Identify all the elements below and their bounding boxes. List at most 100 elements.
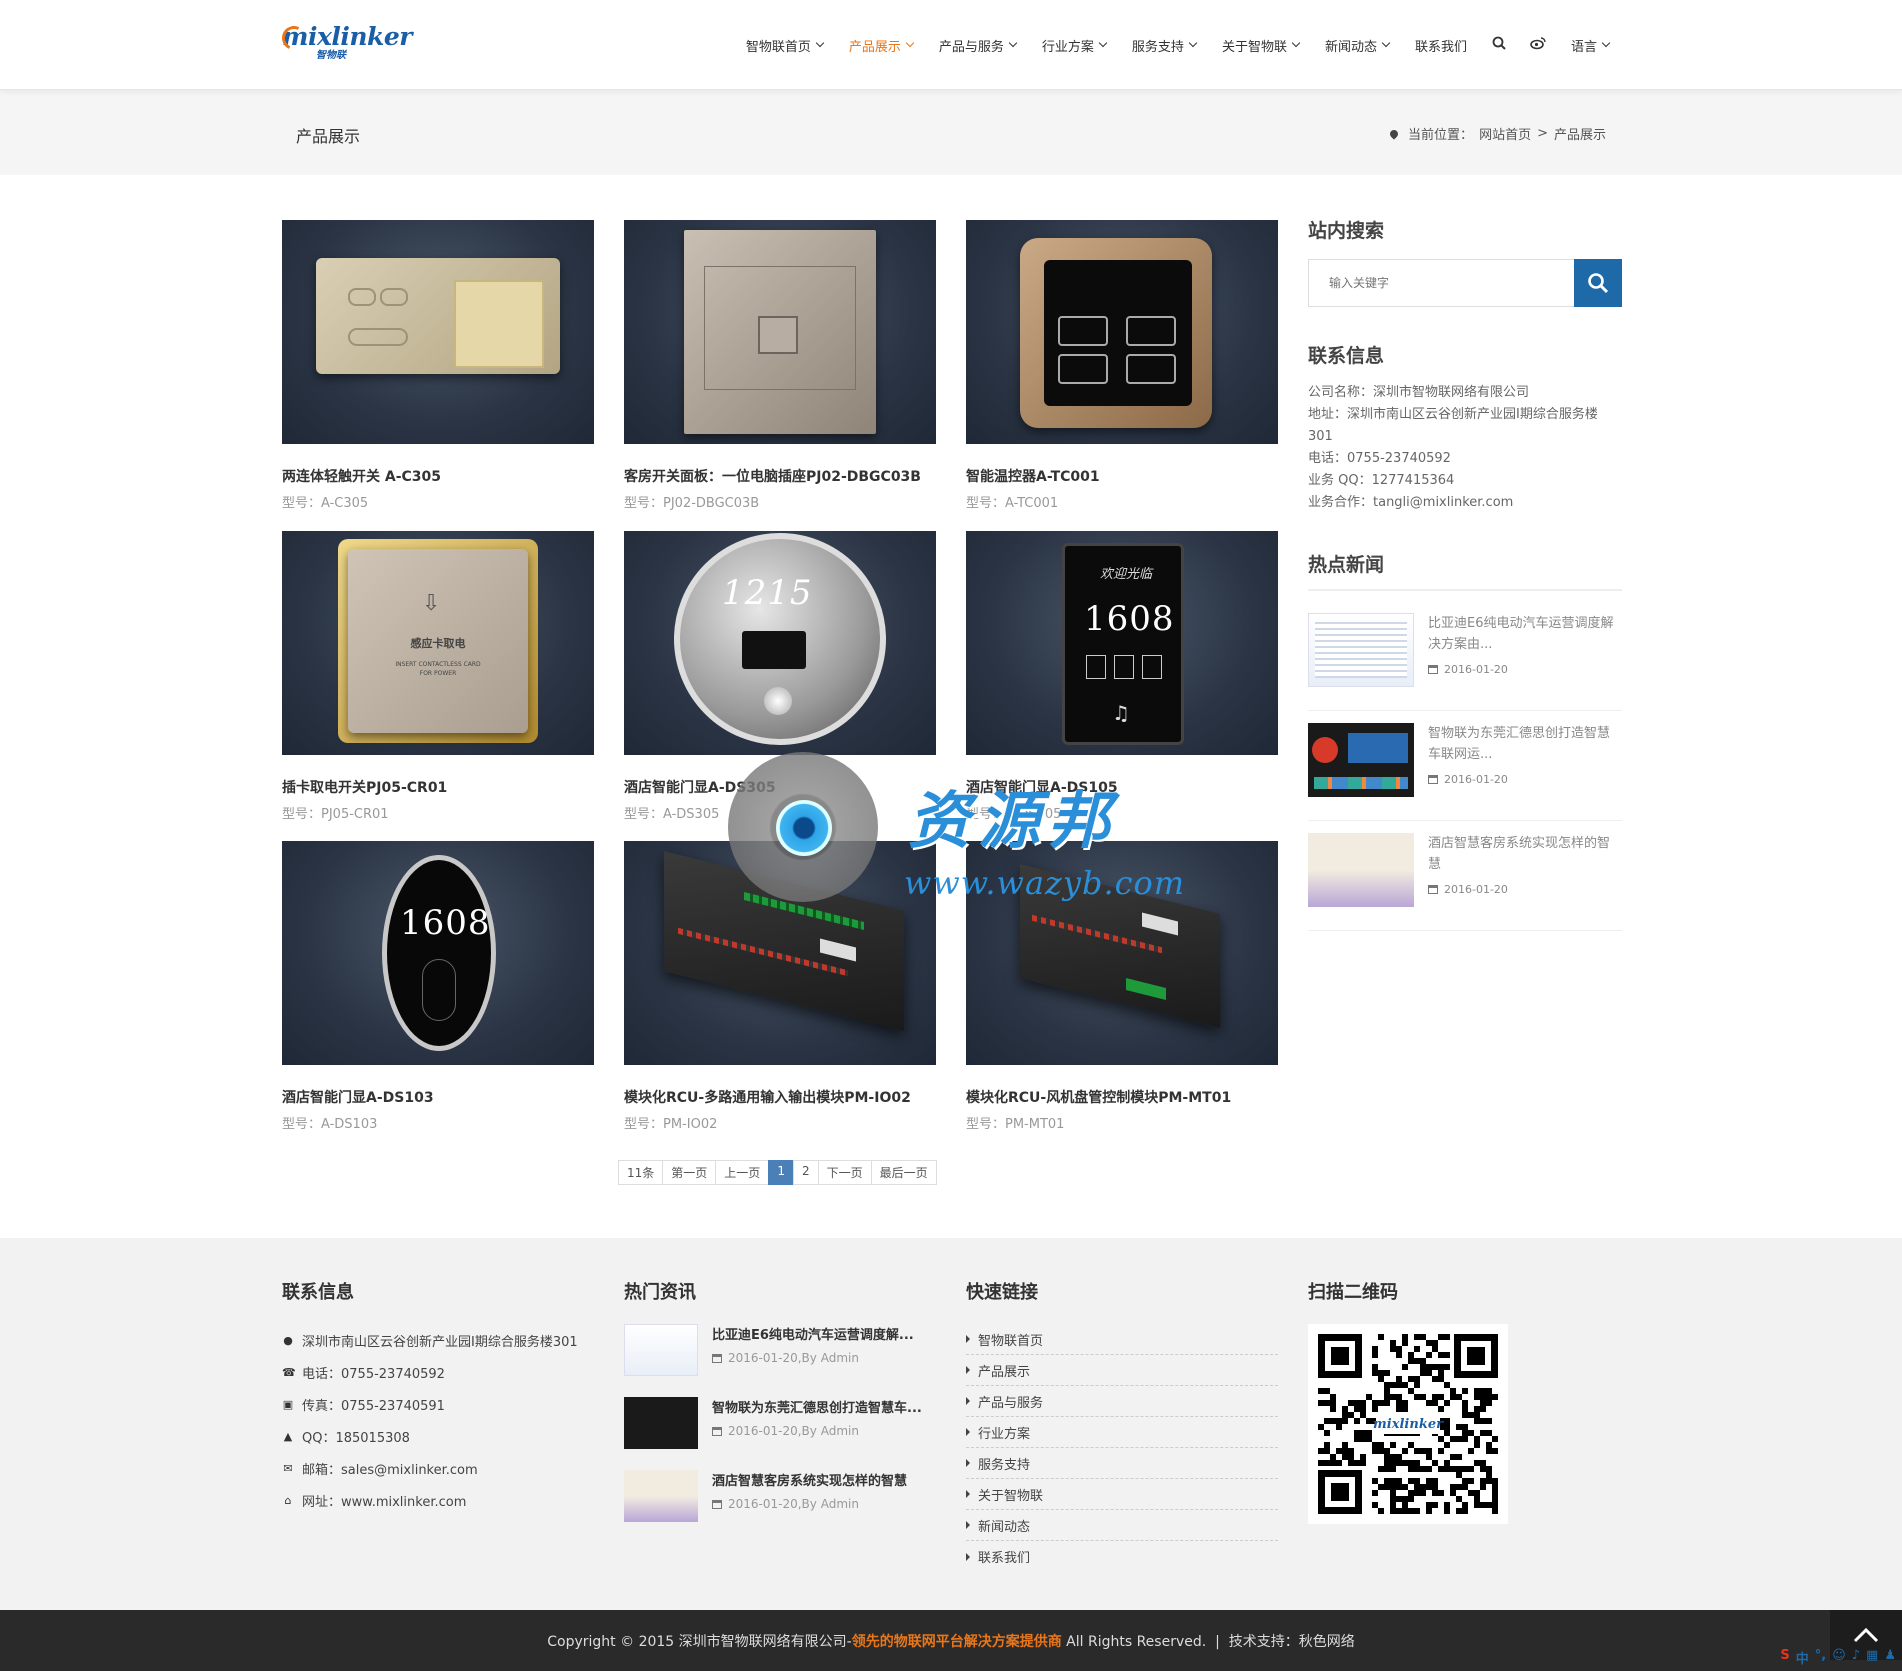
site-logo[interactable]: mixlinker 智物联 [278,22,412,62]
qr-module [1492,1490,1498,1496]
quick-link[interactable]: 产品与服务 [966,1386,1278,1417]
nav-products[interactable]: 产品展示 [836,36,926,55]
qr-module [1414,1334,1420,1340]
home-icon: ⌂ [284,1493,292,1507]
product-image[interactable]: 1215 [624,531,936,755]
calendar-icon [1428,775,1438,784]
product-image[interactable] [966,220,1278,444]
product-name[interactable]: 两连体轻触开关 A-C305 [282,466,594,486]
skin-icon[interactable]: ♟ [1884,1648,1896,1667]
product-image[interactable]: 1608 [282,841,594,1065]
footer-qr: 扫描二维码 mixlinker [1308,1278,1508,1524]
product-name[interactable]: 客房开关面板：一位电脑插座PJ02-DBGC03B [624,466,936,486]
footer-news-item[interactable]: 智物联为东莞汇德思创打造智慧车... 2016-01-20,By Admin [624,1397,922,1470]
weibo-icon[interactable] [1518,36,1558,54]
qr-module [1480,1466,1486,1472]
news-thumbnail[interactable] [624,1324,698,1376]
product-card[interactable]: 模块化RCU-多路通用输入输出模块PM-IO02 型号：PM-IO02 [624,841,936,1132]
punctuation-icon[interactable]: °, [1815,1648,1826,1667]
news-title[interactable]: 比亚迪E6纯电动汽车运营调度解... [712,1324,914,1343]
last-page-button[interactable]: 最后一页 [870,1160,937,1185]
news-title[interactable]: 智物联为东莞汇德思创打造智慧车联网运... [1428,723,1622,765]
product-model: 型号：A-C305 [282,496,369,511]
news-title[interactable]: 酒店智慧客房系统实现怎样的智慧 [1428,833,1622,875]
product-name[interactable]: 酒店智能门显A-DS305 [624,777,936,797]
next-page-button[interactable]: 下一页 [817,1160,872,1185]
product-card[interactable]: ⇩ 感应卡取电 INSERT CONTACTLESS CARD FOR POWE… [282,531,594,822]
product-card[interactable]: 客房开关面板：一位电脑插座PJ02-DBGC03B 型号：PJ02-DBGC03… [624,220,936,511]
product-card[interactable]: 模块化RCU-风机盘管控制模块PM-MT01 型号：PM-MT01 [966,841,1278,1132]
product-card[interactable]: 1215 酒店智能门显A-DS305 型号：A-DS305 [624,531,936,822]
product-card[interactable]: 智能温控器A-TC001 型号：A-TC001 [966,220,1278,511]
product-name[interactable]: 酒店智能门显A-DS103 [282,1087,594,1107]
news-title[interactable]: 酒店智慧客房系统实现怎样的智慧 [712,1470,907,1489]
breadcrumb-home-link[interactable]: 网站首页 [1479,124,1531,143]
product-image[interactable]: 欢迎光临 1608 ♫ [966,531,1278,755]
news-title[interactable]: 智物联为东莞汇德思创打造智慧车... [712,1397,922,1416]
qr-module [1342,1442,1348,1448]
prev-page-button[interactable]: 上一页 [715,1160,770,1185]
qr-module [1414,1376,1420,1382]
breadcrumb-current[interactable]: 产品展示 [1554,124,1606,143]
network-port-shape [758,316,798,354]
nav-services[interactable]: 产品与服务 [926,36,1029,55]
page-1-button[interactable]: 1 [768,1160,794,1185]
qr-module [1456,1466,1462,1472]
product-card[interactable]: 欢迎光临 1608 ♫ 酒店智能门显A-DS105 型号：A-DS105 [966,531,1278,822]
product-image[interactable] [282,220,594,444]
quick-link[interactable]: 新闻动态 [966,1510,1278,1541]
hot-news-item[interactable]: 智物联为东莞汇德思创打造智慧车联网运... 2016-01-20 [1308,711,1622,821]
product-name[interactable]: 智能温控器A-TC001 [966,466,1278,486]
emoji-icon[interactable]: ☺ [1832,1648,1846,1667]
product-name[interactable]: 模块化RCU-风机盘管控制模块PM-MT01 [966,1087,1278,1107]
nav-support[interactable]: 服务支持 [1119,36,1209,55]
product-model: 型号：A-DS305 [624,807,720,822]
product-name[interactable]: 插卡取电开关PJ05-CR01 [282,777,594,797]
quick-link[interactable]: 联系我们 [966,1541,1278,1572]
quick-link[interactable]: 服务支持 [966,1448,1278,1479]
quick-link[interactable]: 关于智物联 [966,1479,1278,1510]
product-image[interactable] [966,841,1278,1065]
search-input[interactable] [1308,259,1574,307]
nav-home[interactable]: 智物联首页 [733,36,836,55]
quick-link[interactable]: 智物联首页 [966,1324,1278,1355]
nav-news[interactable]: 新闻动态 [1312,36,1402,55]
search-button[interactable] [1574,259,1622,307]
product-card[interactable]: 两连体轻触开关 A-C305 型号：A-C305 [282,220,594,511]
first-page-button[interactable]: 第一页 [662,1160,717,1185]
nav-language[interactable]: 语言 [1558,36,1622,55]
news-thumbnail[interactable] [1308,613,1414,687]
news-title[interactable]: 比亚迪E6纯电动汽车运营调度解决方案由... [1428,613,1622,655]
qr-module [1414,1346,1420,1352]
nav-solutions[interactable]: 行业方案 [1029,36,1119,55]
copyright-slogan: 领先的物联网平台解决方案提供商 [851,1633,1062,1650]
footer-news-item[interactable]: 酒店智慧客房系统实现怎样的智慧 2016-01-20,By Admin [624,1470,922,1543]
qr-module [1420,1484,1426,1490]
page-2-button[interactable]: 2 [792,1160,819,1185]
product-name[interactable]: 模块化RCU-多路通用输入输出模块PM-IO02 [624,1087,936,1107]
news-thumbnail[interactable] [1308,723,1414,797]
news-thumbnail[interactable] [1308,833,1414,907]
product-card[interactable]: 1608 酒店智能门显A-DS103 型号：A-DS103 [282,841,594,1132]
hot-news-item[interactable]: 酒店智慧客房系统实现怎样的智慧 2016-01-20 [1308,821,1622,931]
sogou-icon[interactable]: S [1780,1648,1789,1667]
product-name[interactable]: 酒店智能门显A-DS105 [966,777,1278,797]
product-image[interactable] [624,841,936,1065]
ime-mode-label[interactable]: 中 [1796,1648,1809,1667]
news-thumbnail[interactable] [624,1470,698,1522]
keyboard-icon[interactable]: ▦ [1866,1648,1878,1667]
search-icon[interactable] [1480,36,1518,54]
footer-news-item[interactable]: 比亚迪E6纯电动汽车运营调度解... 2016-01-20,By Admin [624,1324,922,1397]
nav-about[interactable]: 关于智物联 [1209,36,1312,55]
qr-module [1438,1376,1444,1382]
news-thumbnail[interactable] [624,1397,698,1449]
hot-news-item[interactable]: 比亚迪E6纯电动汽车运营调度解决方案由... 2016-01-20 [1308,601,1622,711]
product-image[interactable] [624,220,936,444]
contact-address: 地址：深圳市南山区云谷创新产业园Ⅰ期综合服务楼301 [1308,407,1598,444]
microphone-icon[interactable]: ♪ [1852,1648,1860,1667]
tech-support-link[interactable]: 秋色网络 [1299,1631,1355,1651]
product-image[interactable]: ⇩ 感应卡取电 INSERT CONTACTLESS CARD FOR POWE… [282,531,594,755]
quick-link[interactable]: 产品展示 [966,1355,1278,1386]
nav-contact[interactable]: 联系我们 [1402,36,1480,55]
quick-link[interactable]: 行业方案 [966,1417,1278,1448]
